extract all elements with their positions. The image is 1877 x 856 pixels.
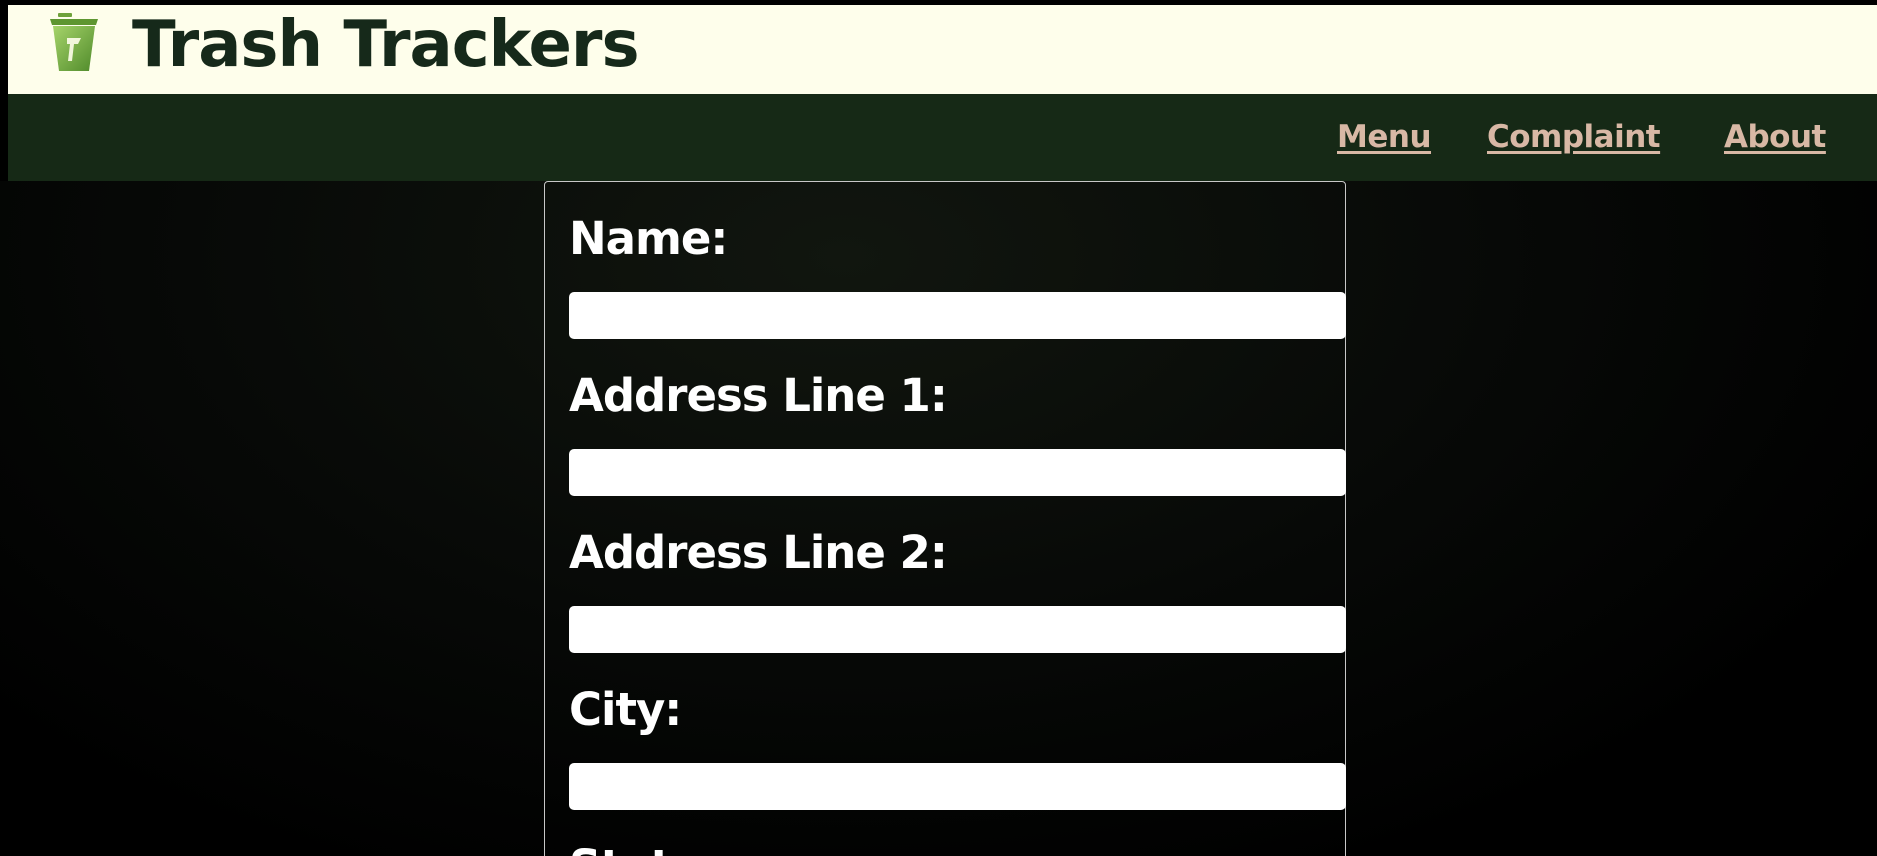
main-nav: Menu Complaint About	[8, 94, 1877, 181]
nav-link-complaint[interactable]: Complaint	[1487, 119, 1661, 155]
city-input[interactable]	[569, 763, 1346, 810]
page: Trash Trackers Menu Complaint About Name…	[0, 0, 1877, 856]
name-input[interactable]	[569, 292, 1346, 339]
address-line-2-label: Address Line 2:	[569, 526, 948, 579]
nav-link-menu[interactable]: Menu	[1337, 119, 1432, 155]
site-title: Trash Trackers	[132, 8, 640, 82]
city-label: City:	[569, 683, 682, 736]
trash-can-icon[interactable]	[46, 11, 102, 75]
name-label: Name:	[569, 212, 728, 265]
nav-link-about[interactable]: About	[1724, 119, 1826, 155]
complaint-form	[544, 181, 1346, 856]
address-line-1-input[interactable]	[569, 449, 1346, 496]
state-label: State:	[569, 844, 718, 856]
address-line-1-label: Address Line 1:	[569, 369, 948, 422]
site-header: Trash Trackers	[8, 5, 1877, 94]
address-line-2-input[interactable]	[569, 606, 1346, 653]
left-border	[0, 0, 8, 181]
